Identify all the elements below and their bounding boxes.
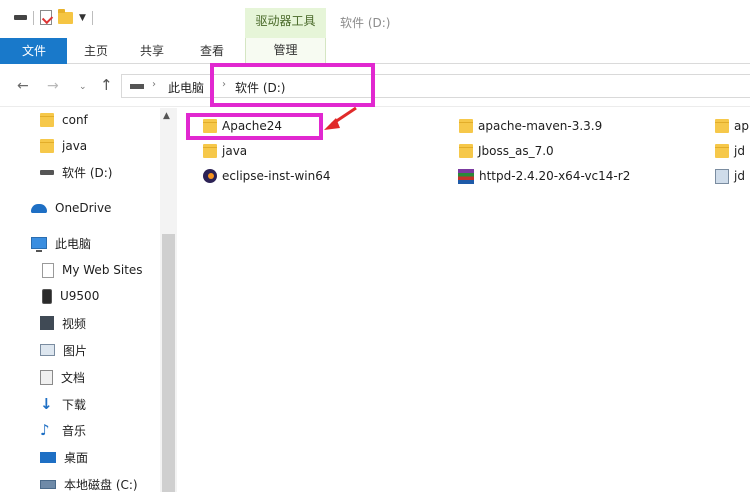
nav-item-java[interactable]: java [40, 135, 87, 157]
nav-item-onedrive[interactable]: OneDrive [31, 197, 111, 219]
folder-icon [459, 144, 473, 158]
nav-item-my-web-sites[interactable]: My Web Sites [42, 259, 160, 281]
nav-item-label: My Web Sites [62, 263, 143, 277]
nav-item-pictures[interactable]: 图片 [40, 339, 87, 361]
file-item-label: java [222, 144, 248, 158]
nav-item-label: 文档 [61, 370, 86, 385]
customize-dropdown-icon[interactable]: ▼ [79, 13, 86, 23]
ribbon-tabs: 文件 主页 共享 查看 管理 [0, 38, 750, 64]
nav-item-conf[interactable]: conf [40, 109, 88, 131]
eclipse-icon [203, 169, 217, 183]
desktop-icon [40, 451, 56, 463]
file-item-java[interactable]: java [203, 141, 247, 161]
phone-icon [42, 288, 52, 304]
quick-access-toolbar: ▼ [14, 8, 93, 25]
file-item-jd-image[interactable]: jd [715, 166, 745, 186]
drive-icon [40, 169, 54, 175]
file-item-label: Jboss_as_7.0 [478, 144, 554, 158]
nav-item-desktop[interactable]: 桌面 [40, 446, 88, 468]
file-item-label: httpd-2.4.20-x64-vc14-r2 [479, 169, 631, 183]
nav-item-local-disk-c[interactable]: 本地磁盘 (C:) [40, 473, 138, 492]
document-icon [42, 262, 54, 278]
nav-item-label: 此电脑 [55, 236, 92, 251]
nav-item-label: OneDrive [55, 201, 112, 215]
nav-item-u9500[interactable]: U9500 [42, 285, 99, 307]
pictures-icon [40, 344, 55, 356]
tab-file[interactable]: 文件 [0, 38, 67, 64]
folder-icon [40, 139, 54, 153]
recent-locations-chevron-icon[interactable]: ⌄ [79, 82, 87, 92]
hard-drive-icon [40, 479, 56, 489]
apache24-highlight-box [186, 113, 323, 140]
file-item-jd-folder[interactable]: jd [715, 141, 745, 161]
nav-item-this-pc[interactable]: 此电脑 [31, 232, 91, 254]
file-item-label: ap [734, 119, 749, 133]
drive-icon[interactable] [14, 15, 27, 20]
breadcrumb-this-pc[interactable]: 此电脑 [168, 79, 204, 96]
nav-item-videos[interactable]: 视频 [40, 312, 86, 334]
nav-item-label: 图片 [63, 343, 88, 358]
nav-item-downloads[interactable]: ↓ 下载 [40, 393, 86, 415]
file-item-label: jd [734, 169, 745, 183]
nav-item-drive-d[interactable]: 软件 (D:) [40, 161, 112, 183]
title-bar: ▼ 驱动器工具 软件 (D:) [0, 0, 750, 38]
file-item-label: eclipse-inst-win64 [222, 169, 331, 183]
tab-view[interactable]: 查看 [200, 42, 224, 59]
file-item-ap[interactable]: ap [715, 116, 749, 136]
folder-icon [459, 119, 473, 133]
navigation-bar: ← → ⌄ ↑ › 此电脑 › 软件 (D:) [0, 65, 750, 107]
chevron-right-icon[interactable]: › [152, 79, 156, 90]
file-item-eclipse-inst-win64[interactable]: eclipse-inst-win64 [203, 166, 330, 186]
drive-tools-context-tab: 驱动器工具 [245, 8, 326, 38]
navigation-pane: conf java 软件 (D:) OneDrive 此电脑 My Web Si… [0, 108, 178, 492]
nav-item-label: 软件 (D:) [62, 165, 113, 180]
scrollbar-thumb[interactable] [162, 234, 175, 492]
toolbar-separator [33, 10, 34, 25]
folder-icon [715, 144, 729, 158]
folder-icon [40, 113, 54, 127]
nav-item-label: java [62, 139, 88, 153]
file-item-label: apache-maven-3.3.9 [478, 119, 603, 133]
documents-icon [40, 369, 53, 385]
scroll-up-icon[interactable]: ▲ [163, 111, 170, 121]
tab-share[interactable]: 共享 [140, 42, 164, 59]
annotation-arrow-icon [324, 106, 357, 130]
nav-item-label: 下载 [62, 397, 87, 412]
onedrive-icon [31, 203, 47, 213]
folder-icon [715, 119, 729, 133]
properties-icon[interactable] [40, 10, 52, 25]
tab-manage[interactable]: 管理 [245, 38, 326, 64]
new-folder-icon[interactable] [58, 8, 73, 24]
file-list: Apache24 java eclipse-inst-win64 apache-… [180, 108, 750, 492]
nav-item-label: 本地磁盘 (C:) [64, 477, 138, 492]
winrar-archive-icon [458, 168, 474, 184]
nav-item-documents[interactable]: 文档 [40, 366, 85, 388]
nav-item-label: 视频 [62, 316, 87, 331]
file-item-jboss[interactable]: Jboss_as_7.0 [459, 141, 554, 161]
up-arrow-icon[interactable]: ↑ [100, 76, 113, 94]
videos-icon [40, 316, 54, 330]
nav-item-music[interactable]: ♪ 音乐 [40, 419, 86, 441]
drive-icon [130, 84, 144, 89]
navigation-scrollbar[interactable]: ▲ [160, 108, 177, 492]
forward-arrow-icon[interactable]: → [47, 78, 59, 94]
window-title: 软件 (D:) [340, 16, 391, 30]
nav-item-label: 音乐 [62, 423, 87, 438]
file-item-label: jd [734, 144, 745, 158]
folder-icon [203, 144, 217, 158]
tab-home[interactable]: 主页 [84, 42, 108, 59]
downloads-icon: ↓ [40, 394, 53, 413]
music-icon: ♪ [40, 420, 50, 439]
computer-icon [31, 237, 47, 252]
file-item-apache-maven[interactable]: apache-maven-3.3.9 [459, 116, 602, 136]
nav-item-label: U9500 [60, 289, 100, 303]
file-item-httpd-archive[interactable]: httpd-2.4.20-x64-vc14-r2 [458, 166, 630, 186]
address-highlight-box [210, 63, 375, 107]
toolbar-separator [91, 10, 93, 25]
nav-item-label: conf [62, 113, 88, 127]
back-arrow-icon[interactable]: ← [17, 78, 29, 94]
nav-item-label: 桌面 [64, 450, 89, 465]
image-file-icon [715, 168, 729, 184]
